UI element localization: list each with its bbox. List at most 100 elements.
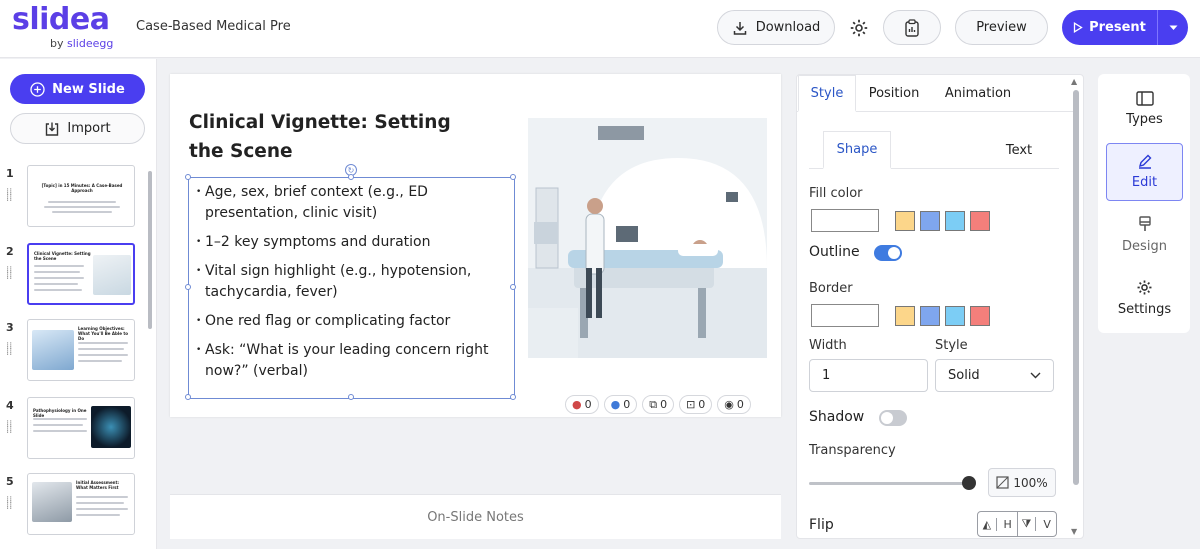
- shadow-toggle[interactable]: [879, 410, 907, 426]
- present-button[interactable]: Present: [1062, 10, 1188, 45]
- fill-swatch[interactable]: [970, 210, 990, 231]
- tab-animation[interactable]: Animation: [937, 75, 1019, 112]
- slide-thumbnail[interactable]: [Topic] in 15 Minutes: A Case-Based Appr…: [27, 165, 135, 227]
- outline-label: Outline: [809, 244, 860, 260]
- width-input[interactable]: 1: [809, 359, 928, 392]
- slide-thumbnail-active[interactable]: Clinical Vignette: Setting the Scene: [27, 243, 135, 305]
- rail-settings[interactable]: Settings: [1106, 269, 1183, 327]
- viewers-reaction[interactable]: ◉ 0: [717, 395, 751, 414]
- new-slide-button[interactable]: New Slide: [10, 74, 145, 104]
- drag-handle-icon[interactable]: ⁞⁞ ⁞⁞: [6, 496, 12, 512]
- subtab-text[interactable]: Text: [994, 131, 1044, 169]
- plus-circle-icon: [30, 81, 45, 97]
- thumbnail-text-line: [44, 206, 120, 208]
- top-bar: slidea by slideegg Case-Based Medical Pr…: [0, 0, 1200, 58]
- transparency-slider-track[interactable]: [809, 482, 969, 485]
- app-logo[interactable]: slidea by slideegg: [12, 2, 113, 50]
- logo-brand: slideegg: [67, 37, 114, 50]
- slide-canvas[interactable]: Clinical Vignette: Setting the Scene ↻ A…: [170, 74, 781, 417]
- bullet-item: Ask: “What is your leading concern right…: [196, 340, 514, 382]
- download-button[interactable]: Download: [717, 10, 835, 45]
- bullet-item: Vital sign highlight (e.g., hypotension,…: [196, 261, 514, 303]
- slide-thumbnail-row[interactable]: 3 ⁞⁞ ⁞⁞ Learning Objectives: What You'll …: [0, 319, 150, 383]
- right-rail: Types Edit Design Settings: [1098, 74, 1190, 333]
- settings-gear-button[interactable]: [846, 14, 872, 42]
- thumbnail-text-line: [33, 430, 87, 432]
- fill-swatch[interactable]: [920, 210, 940, 231]
- scroll-up-icon[interactable]: ▲: [1071, 77, 1077, 86]
- chevron-down-icon: [1030, 372, 1041, 379]
- add-comment-reaction[interactable]: ⊡ 0: [679, 395, 713, 414]
- rail-edit-label: Edit: [1131, 175, 1158, 190]
- hospital-room-illustration[interactable]: [528, 118, 767, 358]
- style-select[interactable]: Solid: [935, 359, 1054, 392]
- dislike-reaction[interactable]: ● 0: [565, 395, 599, 414]
- resize-handle[interactable]: [348, 394, 354, 400]
- scroll-down-icon[interactable]: ▼: [1071, 527, 1077, 536]
- drag-handle-icon[interactable]: ⁞⁞ ⁞⁞: [6, 342, 12, 358]
- slides-scrollbar[interactable]: [148, 171, 152, 329]
- reaction-count: 0: [584, 398, 592, 411]
- slide-thumbnail[interactable]: Initial Assessment: What Matters First: [27, 473, 135, 535]
- slide-thumbnail-row[interactable]: 4 ⁞⁞ ⁞⁞ Pathophysiology in One Slide: [0, 397, 150, 461]
- flip-label: Flip: [809, 517, 834, 533]
- rail-edit[interactable]: Edit: [1106, 143, 1183, 201]
- reaction-bar: ● 0 ● 0 ⧉ 0 ⊡ 0 ◉ 0: [565, 395, 751, 414]
- present-dropdown[interactable]: [1158, 25, 1188, 31]
- drag-handle-icon[interactable]: ⁞⁞ ⁞⁞: [6, 188, 12, 204]
- resize-handle[interactable]: [185, 174, 191, 180]
- resize-handle[interactable]: [510, 394, 516, 400]
- report-button[interactable]: [883, 10, 941, 45]
- flip-horizontal-button[interactable]: ◭ H: [978, 512, 1018, 536]
- resize-handle[interactable]: [185, 394, 191, 400]
- import-icon: [46, 122, 59, 136]
- drag-handle-icon[interactable]: ⁞⁞ ⁞⁞: [6, 266, 12, 282]
- thumbnail-title: Pathophysiology in One Slide: [33, 408, 87, 418]
- thumbnail-text-line: [33, 424, 83, 426]
- slide-thumbnail-row[interactable]: 2 ⁞⁞ ⁞⁞ Clinical Vignette: Setting the Sc…: [0, 243, 150, 307]
- drag-handle-icon[interactable]: ⁞⁞ ⁞⁞: [6, 420, 12, 436]
- resize-handle[interactable]: [510, 174, 516, 180]
- thumbnail-text-line: [33, 418, 87, 420]
- fill-color-row: [811, 209, 995, 232]
- border-swatch[interactable]: [970, 305, 990, 326]
- fill-swatch[interactable]: [895, 210, 915, 231]
- selected-text-box[interactable]: ↻ Age, sex, brief context (e.g., ED pres…: [185, 164, 516, 400]
- slide-thumbnail[interactable]: Pathophysiology in One Slide: [27, 397, 135, 459]
- flip-vertical-button[interactable]: ⧩ V: [1018, 512, 1057, 536]
- fill-color-picker[interactable]: [811, 209, 879, 232]
- import-button[interactable]: Import: [10, 113, 145, 144]
- border-swatch[interactable]: [895, 305, 915, 326]
- thumbnail-text-line: [34, 265, 84, 267]
- slide-notes[interactable]: On-Slide Notes: [170, 494, 781, 539]
- slide-title[interactable]: Clinical Vignette: Setting the Scene: [189, 108, 489, 166]
- slide-thumbnail-row[interactable]: 1 ⁞⁞ ⁞⁞ [Topic] in 15 Minutes: A Case-Bas…: [0, 165, 150, 229]
- thumbnail-text-line: [34, 289, 82, 291]
- bullet-list: Age, sex, brief context (e.g., ED presen…: [196, 182, 514, 390]
- tab-position[interactable]: Position: [859, 75, 929, 112]
- present-main[interactable]: Present: [1062, 10, 1158, 45]
- resize-handle[interactable]: [348, 174, 354, 180]
- fill-swatch[interactable]: [945, 210, 965, 231]
- border-swatch[interactable]: [945, 305, 965, 326]
- border-color-picker[interactable]: [811, 304, 879, 327]
- document-title[interactable]: Case-Based Medical Presentation: [136, 19, 290, 34]
- reaction-count: 0: [623, 398, 631, 411]
- like-reaction[interactable]: ● 0: [603, 395, 638, 414]
- resize-handle[interactable]: [185, 284, 191, 290]
- tab-style[interactable]: Style: [798, 75, 856, 112]
- preview-button[interactable]: Preview: [955, 10, 1048, 45]
- properties-scrollbar[interactable]: [1073, 90, 1079, 485]
- rail-types[interactable]: Types: [1106, 80, 1183, 138]
- paint-brush-icon: [1138, 216, 1151, 231]
- transparency-value-box[interactable]: 100%: [988, 468, 1056, 497]
- style-label: Style: [935, 338, 968, 353]
- border-swatch[interactable]: [920, 305, 940, 326]
- subtab-shape[interactable]: Shape: [823, 131, 891, 169]
- comments-reaction[interactable]: ⧉ 0: [642, 395, 675, 414]
- outline-toggle[interactable]: [874, 245, 902, 261]
- slide-thumbnail-row[interactable]: 5 ⁞⁞ ⁞⁞ Initial Assessment: What Matters …: [0, 473, 150, 537]
- transparency-slider-handle[interactable]: [962, 476, 976, 490]
- slide-thumbnail[interactable]: Learning Objectives: What You'll Be Able…: [27, 319, 135, 381]
- rail-design[interactable]: Design: [1106, 206, 1183, 264]
